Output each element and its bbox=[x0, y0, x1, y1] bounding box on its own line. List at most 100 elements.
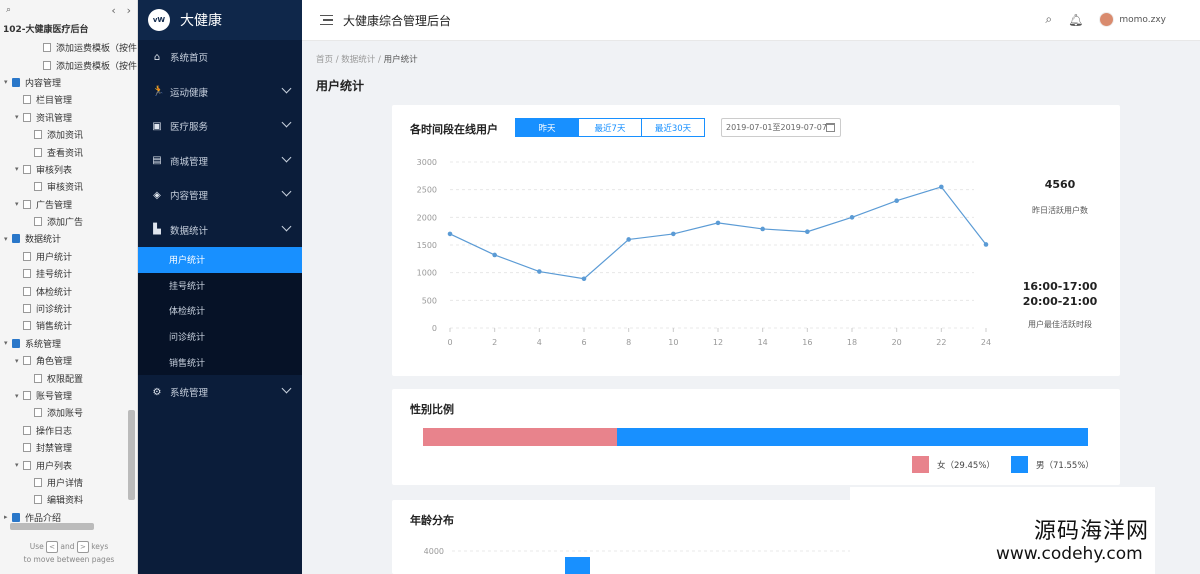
tree-toggle-icon[interactable]: ▾ bbox=[15, 461, 23, 469]
tree-node[interactable]: ▾ 审核列表 bbox=[0, 161, 137, 178]
heart-logo-icon: vW bbox=[148, 9, 170, 31]
tree-node[interactable]: 封禁管理 bbox=[0, 439, 137, 456]
x-tick-label: 2 bbox=[492, 338, 497, 347]
tree-toggle-icon[interactable]: ▾ bbox=[4, 78, 12, 86]
sidebar-subitem[interactable]: 挂号统计 bbox=[138, 273, 302, 299]
breadcrumb-separator: / bbox=[335, 55, 339, 65]
tree-node[interactable]: 用户详情 bbox=[0, 474, 137, 491]
left-key-icon: < bbox=[46, 541, 59, 553]
tree-node[interactable]: 体检统计 bbox=[0, 282, 137, 299]
username[interactable]: momo.zxy bbox=[1119, 15, 1166, 25]
data-point bbox=[805, 229, 810, 235]
page-tree-panel: ⌕ ‹ › 102-大健康医疗后台 添加运费模板（按件 添加运费模板（按件 ▾ 内容管… bbox=[0, 0, 138, 574]
brand[interactable]: vW 大健康 bbox=[138, 0, 302, 40]
tree-node[interactable]: 查看资讯 bbox=[0, 143, 137, 160]
tree-node[interactable]: ▾ 系统管理 bbox=[0, 335, 137, 352]
chevron-left-icon[interactable]: ‹ bbox=[111, 4, 115, 17]
tree-node-label: 体检统计 bbox=[36, 287, 73, 298]
tree-toggle-icon[interactable]: ▾ bbox=[4, 339, 12, 347]
tree-node[interactable]: 栏目管理 bbox=[0, 91, 137, 108]
gender-ratio-card: 性别比例 女（29.45%） 男（71.55%） bbox=[392, 389, 1120, 485]
x-tick-label: 6 bbox=[581, 338, 586, 347]
tree-node[interactable]: ▾ 内容管理 bbox=[0, 74, 137, 91]
watermark: 源码海洋网 www.codehy.com bbox=[850, 487, 1200, 574]
data-point bbox=[939, 184, 944, 190]
tree-node[interactable]: ▾ 用户列表 bbox=[0, 456, 137, 473]
tree-node[interactable]: 添加账号 bbox=[0, 404, 137, 421]
tree-toggle-icon[interactable]: ▸ bbox=[4, 513, 12, 521]
tree-node[interactable]: ▾ 角色管理 bbox=[0, 352, 137, 369]
tree-footer-use: Use bbox=[29, 542, 44, 551]
tree-node[interactable]: ▾ 广告管理 bbox=[0, 196, 137, 213]
page-icon bbox=[23, 460, 31, 470]
sidebar-item[interactable]: ⌂ 系统首页 bbox=[138, 40, 302, 75]
tree-node-label: 挂号统计 bbox=[36, 270, 73, 281]
chevron-right-icon[interactable]: › bbox=[127, 4, 131, 17]
tree-node-label: 内容管理 bbox=[25, 78, 62, 89]
tree-node-label: 广告管理 bbox=[36, 200, 73, 211]
tree-node[interactable]: 添加广告 bbox=[0, 213, 137, 230]
y-tick-label: 2500 bbox=[417, 186, 437, 195]
tree-node[interactable]: 销售统计 bbox=[0, 317, 137, 334]
page-icon bbox=[23, 391, 31, 400]
gender-ratio-title: 性别比例 bbox=[410, 403, 454, 416]
tree-node[interactable]: 编辑资料 bbox=[0, 491, 137, 508]
menu-toggle-icon[interactable] bbox=[320, 15, 333, 25]
page-title: 用户统计 bbox=[316, 79, 365, 93]
data-point bbox=[760, 226, 765, 232]
tree-toggle-icon[interactable]: ▾ bbox=[15, 357, 23, 365]
tree-node[interactable]: 权限配置 bbox=[0, 369, 137, 386]
sidebar-subitem[interactable]: 销售统计 bbox=[138, 349, 302, 375]
breadcrumb-data-stats[interactable]: 数据统计 bbox=[341, 55, 375, 65]
tree-node[interactable]: 用户统计 bbox=[0, 248, 137, 265]
tree-scrollbar-horizontal[interactable] bbox=[10, 523, 94, 530]
tree-scrollbar-vertical[interactable] bbox=[128, 410, 135, 500]
breadcrumb-home[interactable]: 首页 bbox=[316, 55, 333, 65]
tree-toggle-icon[interactable]: ▾ bbox=[15, 392, 23, 400]
sidebar-item[interactable]: ⚙ 系统管理 bbox=[138, 375, 302, 410]
tree-toggle-icon[interactable]: ▾ bbox=[15, 113, 23, 121]
sidebar-subitem[interactable]: 问诊统计 bbox=[138, 324, 302, 350]
tree-toggle-icon[interactable]: ▾ bbox=[15, 200, 23, 208]
tree-node[interactable]: ▾ 资讯管理 bbox=[0, 109, 137, 126]
tree-node[interactable]: 添加资讯 bbox=[0, 126, 137, 143]
tab-last-7-days[interactable]: 最近7天 bbox=[578, 118, 642, 137]
sidebar-subitem[interactable]: 用户统计 bbox=[138, 247, 302, 273]
tree-toggle-icon[interactable]: ▾ bbox=[15, 165, 23, 173]
sidebar-item[interactable]: 🏃 运动健康 bbox=[138, 75, 302, 110]
sidebar-item[interactable]: ▙ 数据统计 bbox=[138, 213, 302, 248]
tree-footer-and: and bbox=[60, 542, 75, 551]
online-users-title: 各时间段在线用户 bbox=[410, 123, 498, 136]
y-tick-label: 1500 bbox=[417, 241, 437, 250]
x-tick-label: 16 bbox=[802, 338, 812, 347]
page-icon bbox=[34, 130, 42, 140]
tab-last-30-days[interactable]: 最近30天 bbox=[641, 118, 705, 137]
age-bar bbox=[565, 557, 590, 574]
tree-node[interactable]: ▾ 数据统计 bbox=[0, 230, 137, 247]
tree-node[interactable]: 问诊统计 bbox=[0, 300, 137, 317]
sidebar-subitem[interactable]: 体检统计 bbox=[138, 298, 302, 324]
date-range-picker[interactable]: 2019-07-01至2019-07-07 bbox=[721, 118, 841, 137]
tree-toggle-icon[interactable]: ▾ bbox=[4, 235, 12, 243]
sidebar-item[interactable]: ▤ 商城管理 bbox=[138, 144, 302, 179]
tree-node[interactable]: 审核资讯 bbox=[0, 178, 137, 195]
tree-node[interactable]: 挂号统计 bbox=[0, 265, 137, 282]
avatar[interactable] bbox=[1099, 12, 1115, 27]
stat-active-users-caption: 昨日活跃用户数 bbox=[1032, 206, 1088, 215]
search-icon[interactable]: ⌕ bbox=[1045, 12, 1052, 27]
page-icon bbox=[23, 304, 31, 314]
x-tick-label: 20 bbox=[892, 338, 902, 347]
search-icon[interactable]: ⌕ bbox=[6, 5, 11, 15]
tree-node[interactable]: 操作日志 bbox=[0, 422, 137, 439]
tree-node[interactable]: 添加运费模板（按件 bbox=[0, 56, 137, 73]
tree-node[interactable]: ▾ 账号管理 bbox=[0, 387, 137, 404]
tree-footer-hint: Use < and > keys to move between pages bbox=[0, 540, 137, 566]
stat-peak-time-caption: 用户最佳活跃时段 bbox=[1028, 320, 1092, 329]
page-icon bbox=[23, 321, 31, 331]
tree-node[interactable]: 添加运费模板（按件 bbox=[0, 39, 137, 56]
tree-node-label: 添加运费模板（按件 bbox=[55, 44, 137, 55]
sidebar-item[interactable]: ◈ 内容管理 bbox=[138, 178, 302, 213]
sidebar-item[interactable]: ▣ 医疗服务 bbox=[138, 109, 302, 144]
bell-icon[interactable]: 🔔︎ bbox=[1068, 13, 1083, 27]
tab-yesterday[interactable]: 昨天 bbox=[515, 118, 579, 137]
